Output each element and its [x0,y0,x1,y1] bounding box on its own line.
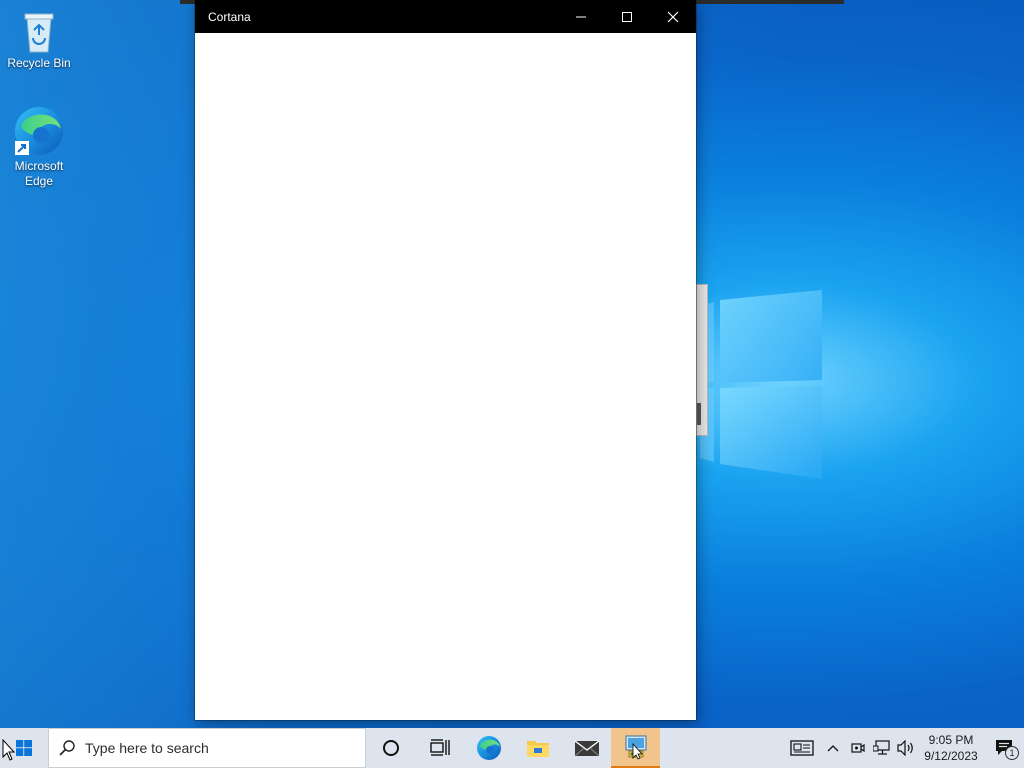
clock-date: 9/12/2023 [924,749,978,763]
close-button[interactable] [650,0,696,33]
windows-start-icon [16,740,32,756]
taskbar-task-view-button[interactable] [415,728,464,768]
control-panel-icon [625,735,646,760]
cortana-window[interactable]: Cortana [195,0,696,720]
maximize-button[interactable] [604,0,650,33]
mail-icon [574,740,599,757]
task-view-icon [429,739,450,756]
notification-count-badge: 1 [1005,746,1019,760]
tray-network-button[interactable] [870,728,894,768]
mouse-cursor-icon [2,739,16,761]
minimize-icon [576,16,586,17]
window-titlebar[interactable]: Cortana [195,0,696,33]
search-placeholder: Type here to search [85,740,209,756]
system-tray: 9:05 PM 9/12/2023 1 [784,728,1024,768]
taskbar-search-box[interactable]: Type here to search [48,728,366,768]
desktop: Recycle Bin Microsoft Edge Cortana [0,0,1024,728]
taskbar: Type here to search 9:05 PM 9/12/2023 1 [0,728,1024,768]
chevron-up-icon [827,745,839,752]
taskbar-mail-button[interactable] [562,728,611,768]
desktop-icon-label: Microsoft Edge [14,159,64,188]
tray-news-button[interactable] [784,728,820,768]
cortana-circle-icon [382,740,399,756]
windows-logo-wallpaper [700,290,822,479]
tray-volume-button[interactable] [894,728,918,768]
desktop-icon-microsoft-edge[interactable]: Microsoft Edge [1,105,77,189]
volume-icon [897,740,913,756]
taskbar-clock[interactable]: 9:05 PM 9/12/2023 [918,728,984,768]
folder-icon [526,741,549,757]
maximize-icon [622,11,632,22]
taskbar-cortana-button[interactable] [366,728,415,768]
edge-icon [15,107,63,155]
background-window-sliver [696,284,708,436]
taskbar-file-explorer-button[interactable] [513,728,562,768]
search-icon [59,740,75,756]
tray-meet-now-button[interactable] [846,728,870,768]
recycle-bin-icon [24,13,54,53]
taskbar-edge-button[interactable] [464,728,513,768]
tray-show-hidden-button[interactable] [820,728,846,768]
action-center-button[interactable]: 1 [984,728,1024,768]
news-icon [790,740,814,756]
window-title: Cortana [208,9,251,24]
close-icon [667,11,679,22]
edge-icon [476,736,501,760]
clock-time: 9:05 PM [928,733,974,747]
taskbar-control-panel-button[interactable] [611,728,660,768]
window-content [195,33,696,720]
desktop-icon-recycle-bin[interactable]: Recycle Bin [1,8,77,71]
minimize-button[interactable] [558,0,604,33]
meet-now-icon [851,743,865,753]
network-icon [873,740,890,755]
desktop-icon-label: Recycle Bin [7,56,71,70]
